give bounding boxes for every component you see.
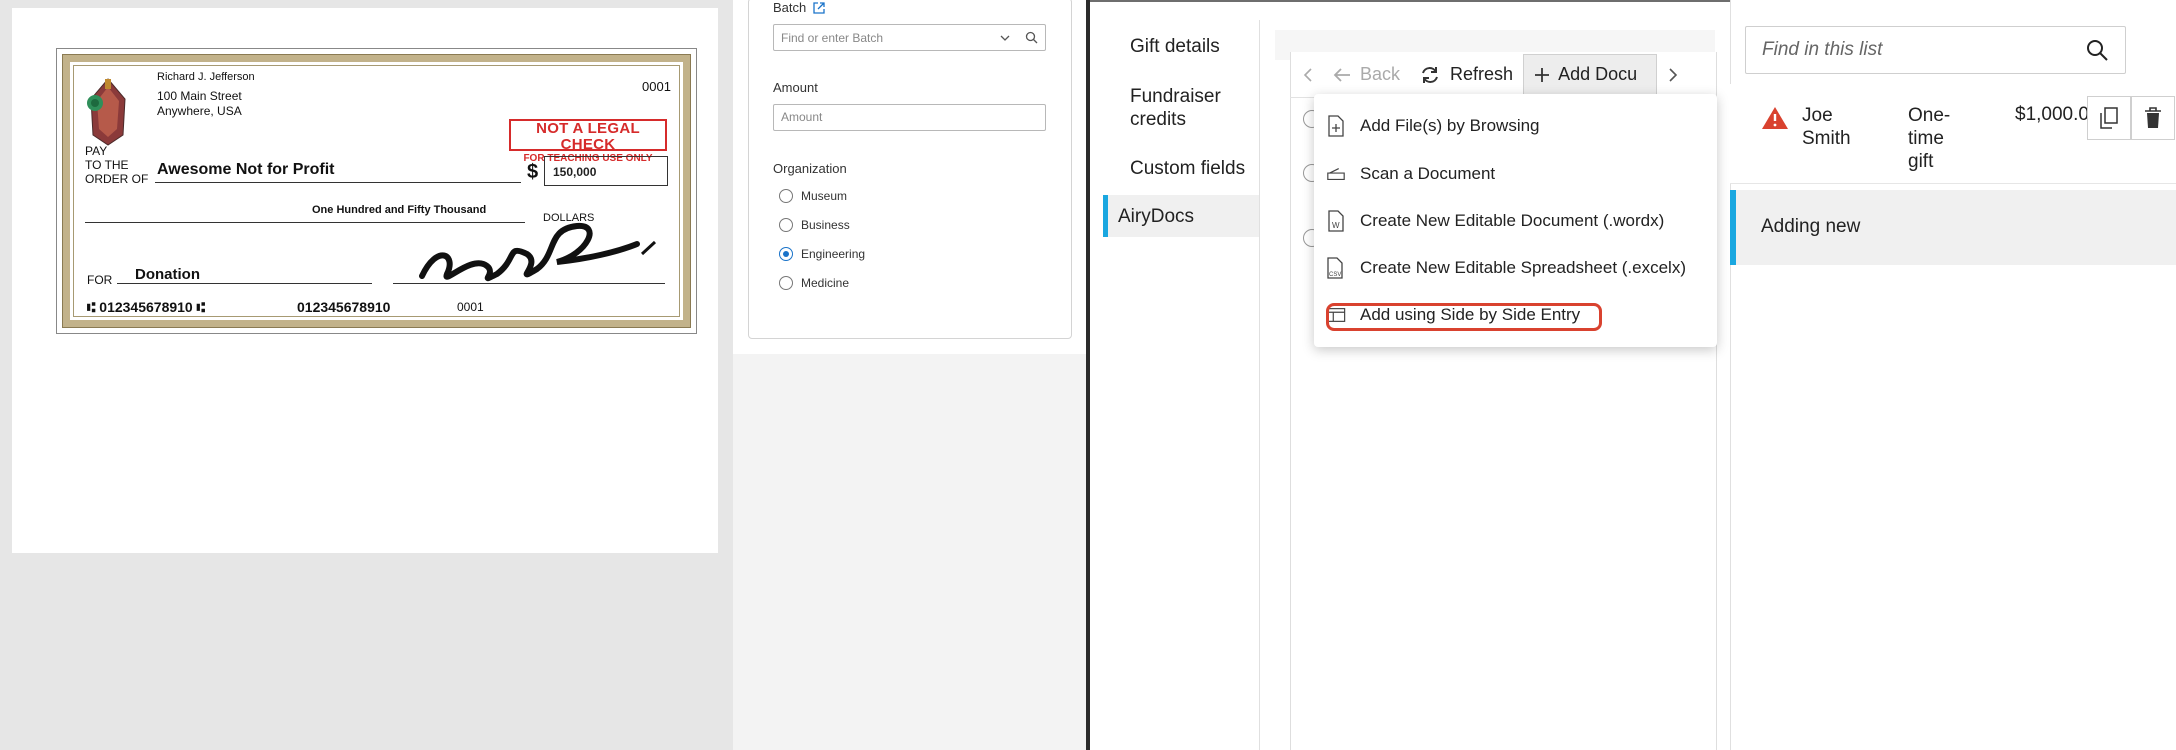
organization-option-engineering[interactable]: Engineering — [779, 244, 865, 264]
add-document-label: Add Docu — [1558, 64, 1638, 84]
external-link-icon[interactable] — [812, 1, 826, 15]
back-button[interactable]: Back — [1322, 54, 1410, 96]
option-label: Medicine — [801, 276, 850, 290]
payer-address-line-2: Anywhere, USA — [157, 104, 242, 118]
search-icon[interactable] — [1025, 31, 1038, 44]
micr-check-number: 0001 — [457, 300, 484, 314]
menu-item-scan-document[interactable]: Scan a Document — [1326, 157, 1495, 191]
dollar-sign: $ — [527, 161, 539, 183]
delete-button[interactable] — [2131, 96, 2175, 140]
payer-name: Richard J. Jefferson — [157, 71, 255, 83]
stamp-line-1: NOT A LEGAL CHECK — [536, 120, 640, 153]
nav-item-label: AiryDocs — [1118, 205, 1195, 227]
not-legal-stamp: NOT A LEGAL CHECK FOR TEACHING USE ONLY — [509, 119, 667, 164]
order-of-label: ORDER OF — [85, 172, 149, 186]
gift-amount: $1,000.0 — [2015, 104, 2089, 125]
highlight-ring — [1326, 303, 1602, 331]
nav-item-fundraiser-credits[interactable]: Fundraiser credits — [1110, 85, 1260, 131]
menu-item-label: Add File(s) by Browsing — [1360, 116, 1540, 135]
copy-button[interactable] — [2087, 96, 2131, 140]
scanner-icon — [1326, 163, 1346, 185]
search-icon[interactable] — [2085, 38, 2109, 62]
word-doc-icon: W — [1326, 210, 1346, 232]
payee-name: Awesome Not for Profit — [157, 161, 335, 178]
memo-line — [117, 283, 372, 284]
payer-address-line-1: 100 Main Street — [157, 89, 242, 103]
nav-item-gift-details[interactable]: Gift details — [1110, 35, 1260, 58]
to-the-label: TO THE — [85, 158, 129, 172]
scroll-left-button[interactable] — [1290, 54, 1322, 96]
nav-separator — [1259, 20, 1260, 750]
refresh-button[interactable]: Refresh — [1410, 54, 1523, 96]
menu-item-label: Scan a Document — [1360, 164, 1496, 183]
svg-text:CSV: CSV — [1329, 272, 1341, 278]
bank-logo-icon — [87, 78, 126, 146]
nav-item-custom-fields[interactable]: Custom fields — [1110, 157, 1270, 180]
radio-engineering[interactable] — [779, 247, 793, 261]
batch-label: Batch — [773, 0, 807, 15]
batch-label-row: Batch — [773, 0, 826, 15]
list-search-input[interactable]: Find in this list — [1745, 26, 2126, 74]
pay-label: PAY — [85, 144, 108, 158]
menu-item-add-files[interactable]: Add File(s) by Browsing — [1326, 109, 1540, 143]
organization-radio-group: Museum Business Engineering Medicine — [779, 186, 865, 293]
batch-placeholder: Find or enter Batch — [781, 30, 884, 45]
search-placeholder: Find in this list — [1762, 39, 1883, 60]
refresh-icon — [1422, 66, 1438, 83]
check-number: 0001 — [642, 79, 671, 94]
amount-box: 150,000 — [544, 156, 668, 186]
signature-image — [419, 222, 657, 282]
micr-routing: ⑆ 012345678910 ⑆ — [87, 299, 206, 315]
arrow-left-icon — [1333, 67, 1350, 82]
copy-icon — [2100, 107, 2118, 129]
refresh-label: Refresh — [1450, 64, 1514, 84]
organization-option-medicine[interactable]: Medicine — [779, 273, 865, 293]
check-image: Richard J. Jefferson 100 Main Street Any… — [56, 48, 697, 334]
trash-icon — [2145, 107, 2161, 128]
gift-type: One-time gift — [1908, 105, 1951, 172]
micr-account: 012345678910 — [297, 299, 391, 315]
back-label: Back — [1360, 64, 1401, 84]
plus-icon — [1535, 67, 1550, 82]
chevron-right-icon — [1669, 67, 1678, 82]
menu-item-new-spreadsheet[interactable]: CSV Create New Editable Spreadsheet (.ex… — [1326, 251, 1686, 285]
amount-label: Amount — [773, 80, 818, 95]
svg-text:W: W — [1332, 221, 1340, 230]
option-label: Museum — [801, 189, 848, 203]
radio-museum[interactable] — [779, 189, 793, 203]
add-document-button[interactable]: Add Docu — [1523, 53, 1658, 96]
csv-doc-icon: CSV — [1326, 257, 1346, 279]
radio-medicine[interactable] — [779, 276, 793, 290]
organization-option-museum[interactable]: Museum — [779, 186, 865, 206]
organization-label: Organization — [773, 161, 847, 176]
radio-business[interactable] — [779, 218, 793, 232]
add-document-menu: Add File(s) by Browsing Scan a Document … — [1314, 94, 1717, 347]
menu-item-label: Create New Editable Spreadsheet (.excelx… — [1360, 258, 1686, 277]
batch-input[interactable]: Find or enter Batch — [773, 24, 1046, 51]
chevron-down-icon[interactable] — [999, 32, 1011, 44]
option-label: Engineering — [801, 247, 866, 261]
payee-line — [155, 182, 521, 183]
organization-option-business[interactable]: Business — [779, 215, 865, 235]
scroll-right-button[interactable] — [1657, 54, 1689, 96]
for-label: FOR — [87, 273, 113, 287]
amount-input[interactable]: Amount — [773, 104, 1046, 131]
memo-text: Donation — [135, 266, 200, 283]
adding-new-label: Adding new — [1761, 216, 1861, 237]
donor-name: Joe Smith — [1802, 105, 1851, 149]
chevron-left-icon — [1303, 67, 1312, 82]
document-page: Richard J. Jefferson 100 Main Street Any… — [12, 8, 718, 553]
nav-item-airydocs[interactable]: AiryDocs — [1103, 195, 1259, 237]
menu-item-new-document[interactable]: W Create New Editable Document (.wordx) — [1326, 204, 1664, 238]
file-plus-icon — [1326, 115, 1346, 137]
gift-list-row[interactable]: Joe Smith One-time gift $1,000.0 — [1730, 84, 2176, 184]
option-label: Business — [801, 218, 850, 232]
warning-icon — [1762, 107, 1788, 129]
adding-new-row[interactable]: Adding new — [1730, 190, 2176, 265]
documents-toolbar: Back Refresh Add Docu — [1290, 52, 1717, 98]
menu-item-label: Create New Editable Document (.wordx) — [1360, 211, 1665, 230]
